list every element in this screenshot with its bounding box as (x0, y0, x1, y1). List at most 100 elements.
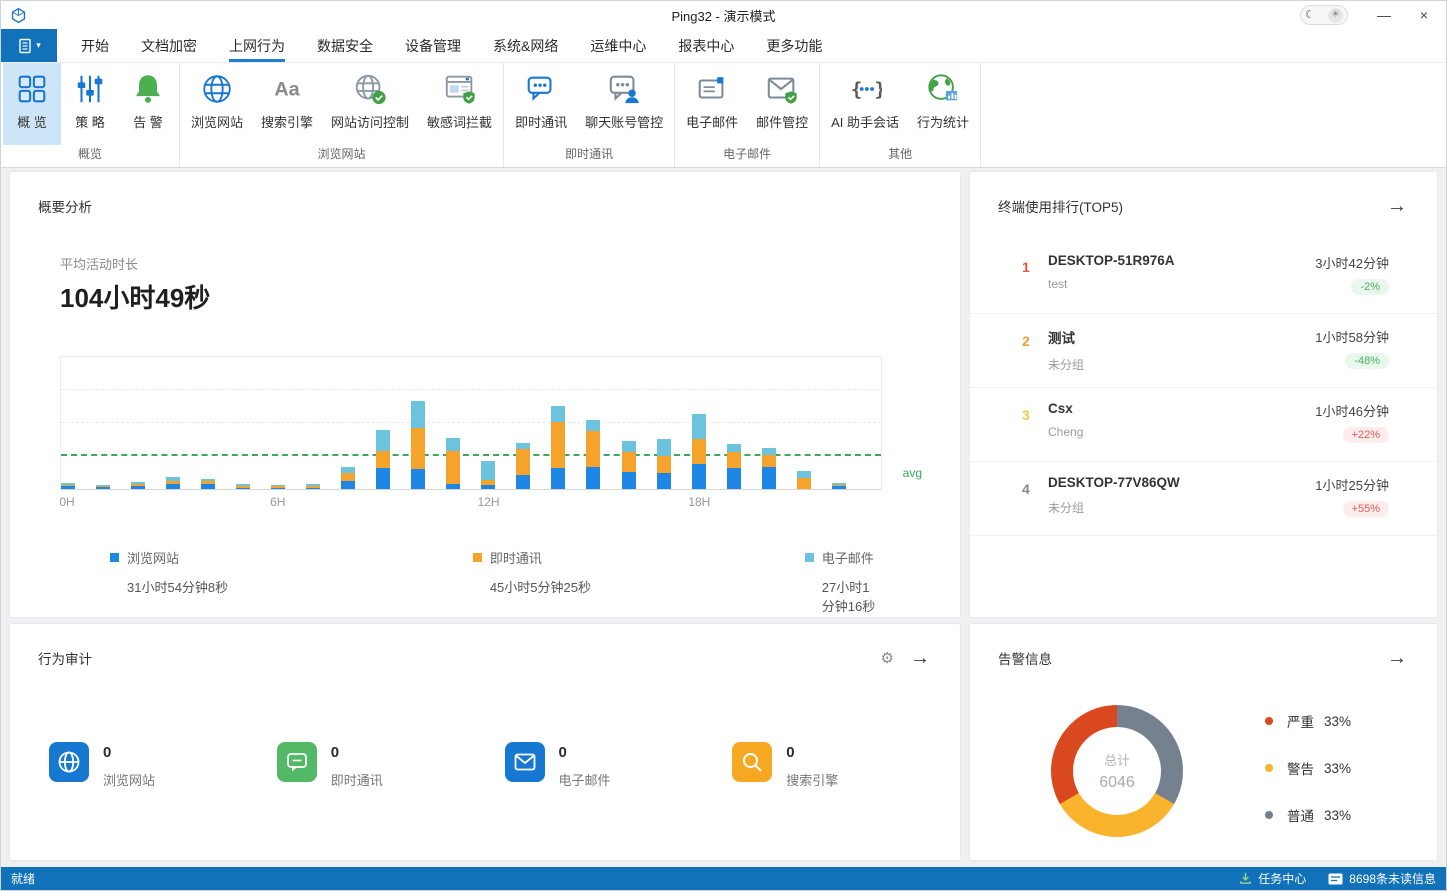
chart-legend-item: 即时通讯45小时5分钟25秒 (473, 548, 591, 596)
arrow-right-icon[interactable]: → (910, 648, 930, 668)
audit-stat[interactable]: 0电子邮件 (505, 742, 733, 789)
sliders-icon (72, 71, 108, 107)
audit-stat-label: 电子邮件 (559, 770, 611, 789)
ribbon-item[interactable]: 即时通讯 (506, 63, 576, 145)
braces-icon: {} (847, 71, 883, 107)
top5-row[interactable]: 2测试未分组1小时58分钟-48% (970, 314, 1437, 388)
change-badge: -48% (1345, 353, 1389, 369)
aa-text-icon: Aa (269, 71, 305, 107)
usage-duration: 1小时25分钟 (1315, 475, 1389, 494)
ribbon-item[interactable]: 邮件管控 (747, 63, 817, 145)
chat-person-icon (606, 71, 642, 107)
ribbon-item[interactable]: 告 警 (119, 63, 177, 145)
chart-bar (201, 357, 215, 489)
alert-level-label: 严重 (1287, 711, 1314, 731)
app-window: Ping32 - 演示模式 ☾ ☀ — × ▾ 开始文档加密上网行为数据安全设备… (0, 0, 1447, 891)
unread-messages-button[interactable]: 8698条未读信息 (1328, 870, 1436, 887)
alert-level-label: 普通 (1287, 805, 1314, 825)
mail-shield-icon (764, 71, 800, 107)
rank-number: 2 (1022, 327, 1048, 349)
ribbon-item[interactable]: 策 略 (61, 63, 119, 145)
avg-duration-label: 平均活动时长 (60, 254, 960, 273)
ribbon-item-label: 即时通讯 (515, 112, 567, 131)
app-menu-button[interactable]: ▾ (1, 29, 57, 62)
chart-bar (586, 357, 600, 489)
menu-tab[interactable]: 数据安全 (301, 29, 389, 62)
x-tick-label: 0H (59, 495, 74, 509)
chart-bar (236, 357, 250, 489)
usage-duration: 1小时46分钟 (1315, 401, 1389, 420)
change-badge: +22% (1343, 427, 1389, 443)
ribbon-item[interactable]: 电子邮件 (677, 63, 747, 145)
chart-bar (376, 357, 390, 489)
avg-line-label: avg (903, 466, 922, 480)
menu-tabs: 开始文档加密上网行为数据安全设备管理系统&网络运维中心报表中心更多功能 (65, 29, 838, 62)
chart-bar (622, 357, 636, 489)
ribbon-item-label: 电子邮件 (686, 112, 738, 131)
menu-tab[interactable]: 设备管理 (389, 29, 477, 62)
ribbon-group-items: {}AI 助手会话行为统计 (822, 63, 978, 145)
audit-stat[interactable]: 0搜索引擎 (732, 742, 960, 789)
task-center-label: 任务中心 (1258, 870, 1306, 887)
terminal-usage: 1小时58分钟 -48% (1315, 327, 1389, 369)
ribbon-group: {}AI 助手会话行为统计其他 (820, 63, 981, 167)
menu-tab[interactable]: 开始 (65, 29, 125, 62)
top5-card: 终端使用排行(TOP5) → 1DESKTOP-51R976Atest3小时42… (969, 171, 1438, 618)
arrow-right-icon[interactable]: → (1387, 196, 1407, 216)
top5-row[interactable]: 3CsxCheng1小时46分钟+22% (970, 388, 1437, 462)
chart-bar (96, 357, 110, 489)
menubar: ▾ 开始文档加密上网行为数据安全设备管理系统&网络运维中心报表中心更多功能 (1, 29, 1446, 63)
message-icon (1328, 873, 1343, 885)
ribbon-item[interactable]: 网站访问控制 (322, 63, 418, 145)
close-button[interactable]: × (1404, 2, 1444, 28)
terminal-usage: 3小时42分钟-2% (1315, 253, 1389, 295)
ribbon-item-label: 敏感词拦截 (427, 112, 492, 131)
audit-stat[interactable]: 0浏览网站 (49, 742, 277, 789)
audit-stat-label: 浏览网站 (103, 770, 155, 789)
ribbon-item-label: 邮件管控 (756, 112, 808, 131)
menu-tab[interactable]: 报表中心 (662, 29, 750, 62)
sun-icon[interactable]: ☀ (1328, 8, 1343, 23)
chart-bar (762, 357, 776, 489)
moon-icon[interactable]: ☾ (1305, 10, 1315, 21)
audit-stat[interactable]: 0即时通讯 (277, 742, 505, 789)
window-shield-icon (442, 71, 478, 107)
minimize-button[interactable]: — (1364, 2, 1404, 28)
menu-tab[interactable]: 文档加密 (125, 29, 213, 62)
ribbon-group-caption: 概览 (3, 145, 177, 167)
top5-list: 1DESKTOP-51R976Atest3小时42分钟-2%2测试未分组1小时5… (970, 240, 1437, 536)
globe-check-icon (352, 71, 388, 107)
menu-tab[interactable]: 更多功能 (750, 29, 838, 62)
menu-tab[interactable]: 运维中心 (574, 29, 662, 62)
svg-text:}: } (875, 79, 883, 101)
ribbon-item[interactable]: 行为统计 (908, 63, 978, 145)
ribbon-item[interactable]: 浏览网站 (182, 63, 252, 145)
task-center-button[interactable]: 任务中心 (1239, 870, 1306, 887)
top5-row[interactable]: 1DESKTOP-51R976Atest3小时42分钟-2% (970, 240, 1437, 314)
ribbon-item-label: 浏览网站 (191, 112, 243, 131)
menu-tab[interactable]: 系统&网络 (477, 29, 574, 62)
theme-toggle[interactable]: ☾ ☀ (1300, 5, 1348, 25)
overview-grid-icon (14, 71, 50, 107)
legend-series-total: 27小时1分钟16秒 (822, 577, 882, 615)
usage-duration: 1小时58分钟 (1315, 327, 1389, 346)
ribbon-item[interactable]: 概 览 (3, 63, 61, 145)
audit-stat-value: 0 (786, 744, 838, 761)
top5-row[interactable]: 4DESKTOP-77V86QW未分组1小时25分钟+55% (970, 462, 1437, 536)
ribbon-item[interactable]: Aa搜索引擎 (252, 63, 322, 145)
gear-icon[interactable]: ⚙ (881, 651, 894, 666)
ribbon-item-label: 策 略 (75, 112, 105, 131)
mail-icon (694, 71, 730, 107)
audit-stat-text: 0即时通讯 (331, 742, 383, 789)
ribbon: 概 览策 略告 警概览浏览网站Aa搜索引擎网站访问控制敏感词拦截浏览网站即时通讯… (1, 63, 1446, 168)
ribbon-group: 概 览策 略告 警概览 (1, 63, 180, 167)
chart-bar (516, 357, 530, 489)
audit-title: 行为审计 (38, 648, 92, 668)
menu-tab[interactable]: 上网行为 (213, 29, 301, 62)
ribbon-item[interactable]: 聊天账号管控 (576, 63, 672, 145)
ribbon-item[interactable]: {}AI 助手会话 (822, 63, 908, 145)
arrow-right-icon[interactable]: → (1387, 648, 1407, 668)
chart-bars (61, 357, 881, 489)
ribbon-group-caption: 浏览网站 (182, 145, 501, 167)
ribbon-item[interactable]: 敏感词拦截 (418, 63, 501, 145)
